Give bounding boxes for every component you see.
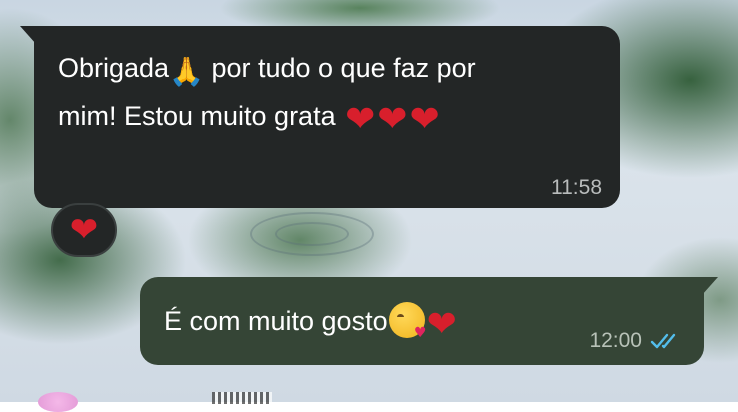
folded-hands-icon: 🙏 bbox=[169, 55, 204, 88]
message-timestamp: 12:00 bbox=[589, 329, 642, 352]
message-meta: 12:00 bbox=[589, 329, 684, 353]
message-line: mim! Estou muito grata ❤❤❤ bbox=[58, 94, 600, 138]
double-check-icon bbox=[650, 333, 676, 349]
heart-icon: ❤ bbox=[409, 99, 440, 140]
wallpaper-ripple bbox=[275, 222, 349, 246]
heart-icon: ❤ bbox=[377, 99, 408, 140]
heart-icon: ❤ bbox=[69, 210, 99, 250]
message-text: Obrigada bbox=[58, 53, 170, 83]
heart-icon: ❤ bbox=[345, 99, 376, 140]
message-reaction[interactable]: ❤ bbox=[51, 203, 117, 257]
partial-sticker bbox=[38, 392, 78, 412]
message-timestamp: 11:58 bbox=[551, 176, 602, 199]
partial-sticker bbox=[212, 392, 272, 404]
message-text: É com muito gosto bbox=[164, 306, 388, 336]
kissing-face-icon bbox=[388, 302, 427, 340]
outgoing-message-bubble[interactable]: É com muito gosto ❤ 12:00 bbox=[140, 277, 718, 365]
message-text: mim! Estou muito grata bbox=[58, 101, 344, 131]
incoming-message-bubble[interactable]: Obrigada🙏 por tudo o que faz por mim! Es… bbox=[20, 26, 620, 208]
message-text: por tudo o que faz por bbox=[203, 53, 476, 83]
heart-icon: ❤ bbox=[426, 304, 457, 345]
message-line: Obrigada🙏 por tudo o que faz por bbox=[58, 46, 600, 94]
